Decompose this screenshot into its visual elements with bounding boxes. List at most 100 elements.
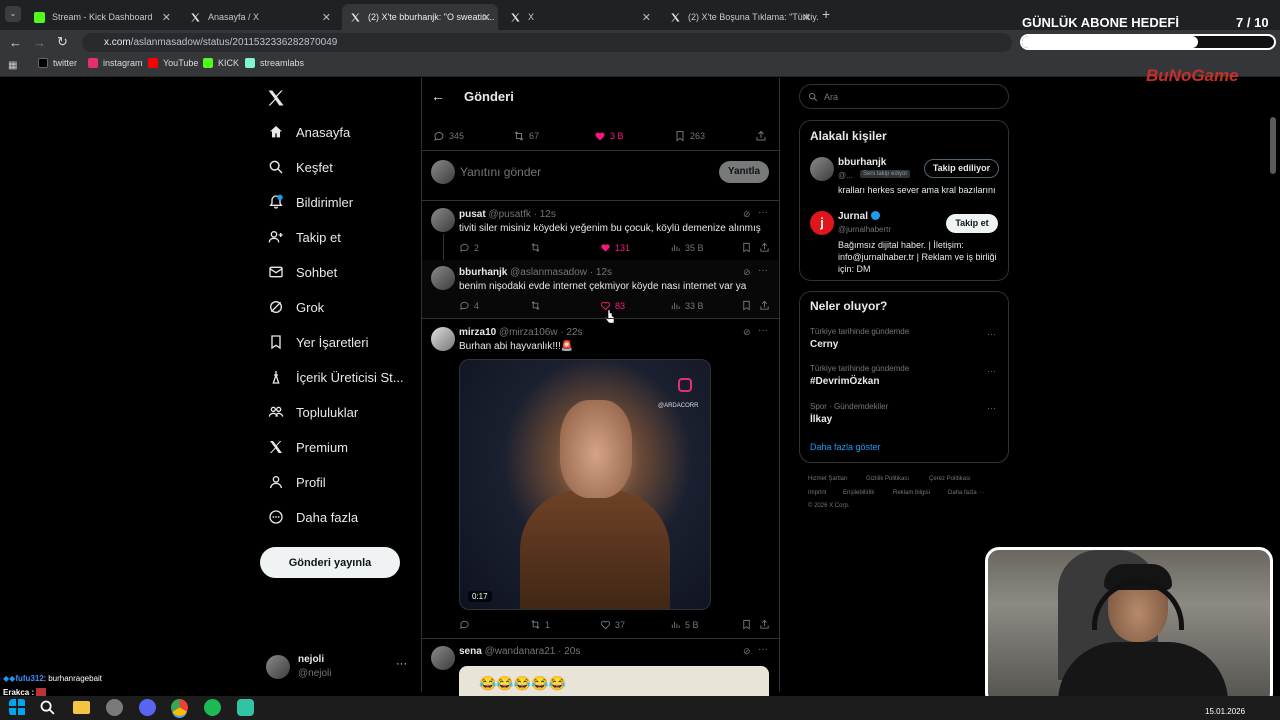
- video-player[interactable]: @ARDACORR 0:17: [459, 359, 711, 610]
- forward-icon[interactable]: →: [33, 35, 46, 50]
- taskbar-search-icon[interactable]: [39, 699, 56, 716]
- footer-more[interactable]: Daha fazla ···: [948, 490, 984, 496]
- person-name[interactable]: bburhanjk: [838, 157, 886, 168]
- sidebar-item-premium[interactable]: Premium: [268, 439, 348, 455]
- sidebar-item-more[interactable]: Daha fazla: [268, 509, 358, 525]
- spotify-icon[interactable]: [204, 699, 221, 716]
- chrome-icon[interactable]: [171, 699, 188, 716]
- repost-count[interactable]: 67: [513, 130, 539, 142]
- bookmark-icon[interactable]: [741, 300, 756, 311]
- media-preview[interactable]: 😂😂😂😂😂: [459, 666, 769, 696]
- sidebar-item-home[interactable]: Anasayfa: [268, 124, 350, 140]
- sidebar-item-creator-studio[interactable]: İçerik Üreticisi St...: [268, 369, 404, 385]
- bookmark-icon[interactable]: [741, 619, 756, 630]
- more-icon[interactable]: ···: [758, 265, 768, 276]
- footer-accessibility[interactable]: Erişilebilirlik: [843, 490, 874, 496]
- like-count[interactable]: 3 B: [594, 130, 624, 142]
- x-logo-icon[interactable]: [266, 88, 286, 108]
- app-icon[interactable]: [106, 699, 123, 716]
- tab-x[interactable]: X ✕: [502, 4, 658, 30]
- bookmark-kick[interactable]: KICK: [203, 58, 239, 68]
- repost-count[interactable]: 1: [530, 619, 550, 630]
- footer-terms[interactable]: Hizmet Şartları: [808, 476, 848, 482]
- grok-icon[interactable]: ⊘: [743, 267, 751, 278]
- back-icon[interactable]: ←: [9, 35, 22, 50]
- grok-icon[interactable]: ⊘: [743, 209, 751, 220]
- bookmark-icon[interactable]: [741, 242, 756, 253]
- bookmark-instagram[interactable]: instagram: [88, 58, 143, 68]
- sidebar-item-grok[interactable]: Grok: [268, 299, 324, 315]
- following-button[interactable]: Takip ediliyor: [924, 159, 999, 178]
- reply-count[interactable]: 345: [433, 130, 464, 142]
- video-watermark: @ARDACORR: [658, 403, 699, 409]
- url-field[interactable]: x.com/aslanmasadow/status/20115323362828…: [82, 33, 1012, 52]
- bookmark-streamlabs[interactable]: streamlabs: [245, 58, 304, 68]
- footer-ads-info[interactable]: Reklam bilgisi: [893, 490, 930, 496]
- more-icon[interactable]: ···: [987, 329, 996, 339]
- close-tab-icon[interactable]: ✕: [802, 11, 811, 24]
- tab-anasayfa[interactable]: Anasayfa / X ✕: [182, 4, 338, 30]
- view-count[interactable]: 35 B: [670, 242, 704, 253]
- reply-input[interactable]: Yanıtını gönder: [460, 165, 710, 179]
- apps-icon[interactable]: ▦: [8, 60, 17, 71]
- close-tab-icon[interactable]: ✕: [322, 11, 331, 24]
- reply-button[interactable]: Yanıtla: [719, 161, 769, 183]
- repost-button[interactable]: [530, 242, 545, 253]
- avatar[interactable]: [810, 157, 834, 181]
- show-more-link[interactable]: Daha fazla göster: [810, 442, 881, 452]
- more-icon[interactable]: ···: [396, 658, 407, 670]
- more-icon[interactable]: ···: [758, 325, 768, 336]
- windows-start-icon[interactable]: [9, 699, 26, 716]
- bookmark-count[interactable]: 263: [674, 130, 705, 142]
- more-icon[interactable]: ···: [987, 366, 996, 376]
- post-button[interactable]: Gönderi yayınla: [260, 547, 400, 578]
- sidebar-item-messages[interactable]: Sohbet: [268, 264, 337, 280]
- sidebar-item-follow[interactable]: Takip et: [268, 229, 341, 245]
- sidebar-item-explore[interactable]: Keşfet: [268, 159, 333, 175]
- close-tab-icon[interactable]: ✕: [642, 11, 651, 24]
- like-count[interactable]: 131: [600, 242, 630, 253]
- close-tab-icon[interactable]: ✕: [482, 11, 491, 24]
- sidebar-item-communities[interactable]: Topluluklar: [268, 404, 358, 420]
- share-icon[interactable]: [759, 300, 774, 311]
- streamlabs-icon[interactable]: [237, 699, 254, 716]
- share-icon[interactable]: [755, 130, 771, 142]
- jurnal-avatar[interactable]: j: [810, 211, 834, 235]
- new-tab-button[interactable]: +: [822, 6, 830, 22]
- footer-cookies[interactable]: Çerez Politikası: [929, 476, 971, 482]
- file-explorer-icon[interactable]: [73, 701, 90, 714]
- footer-imprint[interactable]: Imprint: [808, 490, 826, 496]
- like-count[interactable]: 37: [600, 619, 625, 630]
- back-arrow-icon[interactable]: ←: [431, 88, 445, 104]
- account-switcher[interactable]: nejoli @nejoli ···: [266, 654, 410, 680]
- search-input[interactable]: Ara: [799, 84, 1009, 109]
- share-icon[interactable]: [759, 619, 774, 630]
- discord-icon[interactable]: [139, 699, 156, 716]
- footer-privacy[interactable]: Gizlilik Politikası: [866, 476, 909, 482]
- more-icon[interactable]: ···: [758, 644, 768, 655]
- tab-search-button[interactable]: ⌄: [5, 6, 21, 22]
- bookmark-twitter[interactable]: twitter: [38, 58, 77, 68]
- bookmark-youtube[interactable]: YouTube: [148, 58, 198, 68]
- follow-button[interactable]: Takip et: [946, 214, 998, 233]
- share-icon[interactable]: [759, 242, 774, 253]
- grok-icon[interactable]: ⊘: [743, 646, 751, 657]
- reply-count[interactable]: 4: [459, 300, 479, 311]
- reply-button[interactable]: [459, 619, 474, 630]
- more-icon[interactable]: ···: [987, 403, 996, 413]
- page-scrollbar[interactable]: [1270, 117, 1276, 174]
- more-icon[interactable]: ···: [758, 207, 768, 218]
- sidebar-item-bookmarks[interactable]: Yer İşaretleri: [268, 334, 369, 350]
- reload-icon[interactable]: ↻: [57, 34, 68, 50]
- tab-bburhanjk-post[interactable]: (2) X'te bburhanjk: "O sweatin... ✕: [342, 4, 498, 30]
- repost-button[interactable]: [530, 300, 545, 311]
- tab-kick-dashboard[interactable]: Stream - Kick Dashboard ✕: [26, 4, 178, 30]
- sidebar-item-notifications[interactable]: Bildirimler: [268, 194, 353, 210]
- reply-count[interactable]: 2: [459, 242, 479, 253]
- close-tab-icon[interactable]: ✕: [162, 11, 171, 24]
- grok-icon[interactable]: ⊘: [743, 327, 751, 338]
- sidebar-item-profile[interactable]: Profil: [268, 474, 326, 490]
- view-count[interactable]: 33 B: [670, 300, 704, 311]
- view-count[interactable]: 5 B: [670, 619, 699, 630]
- tab-bosuna-tiklama[interactable]: (2) X'te Boşuna Tıklama: "Türkiy... ✕: [662, 4, 818, 30]
